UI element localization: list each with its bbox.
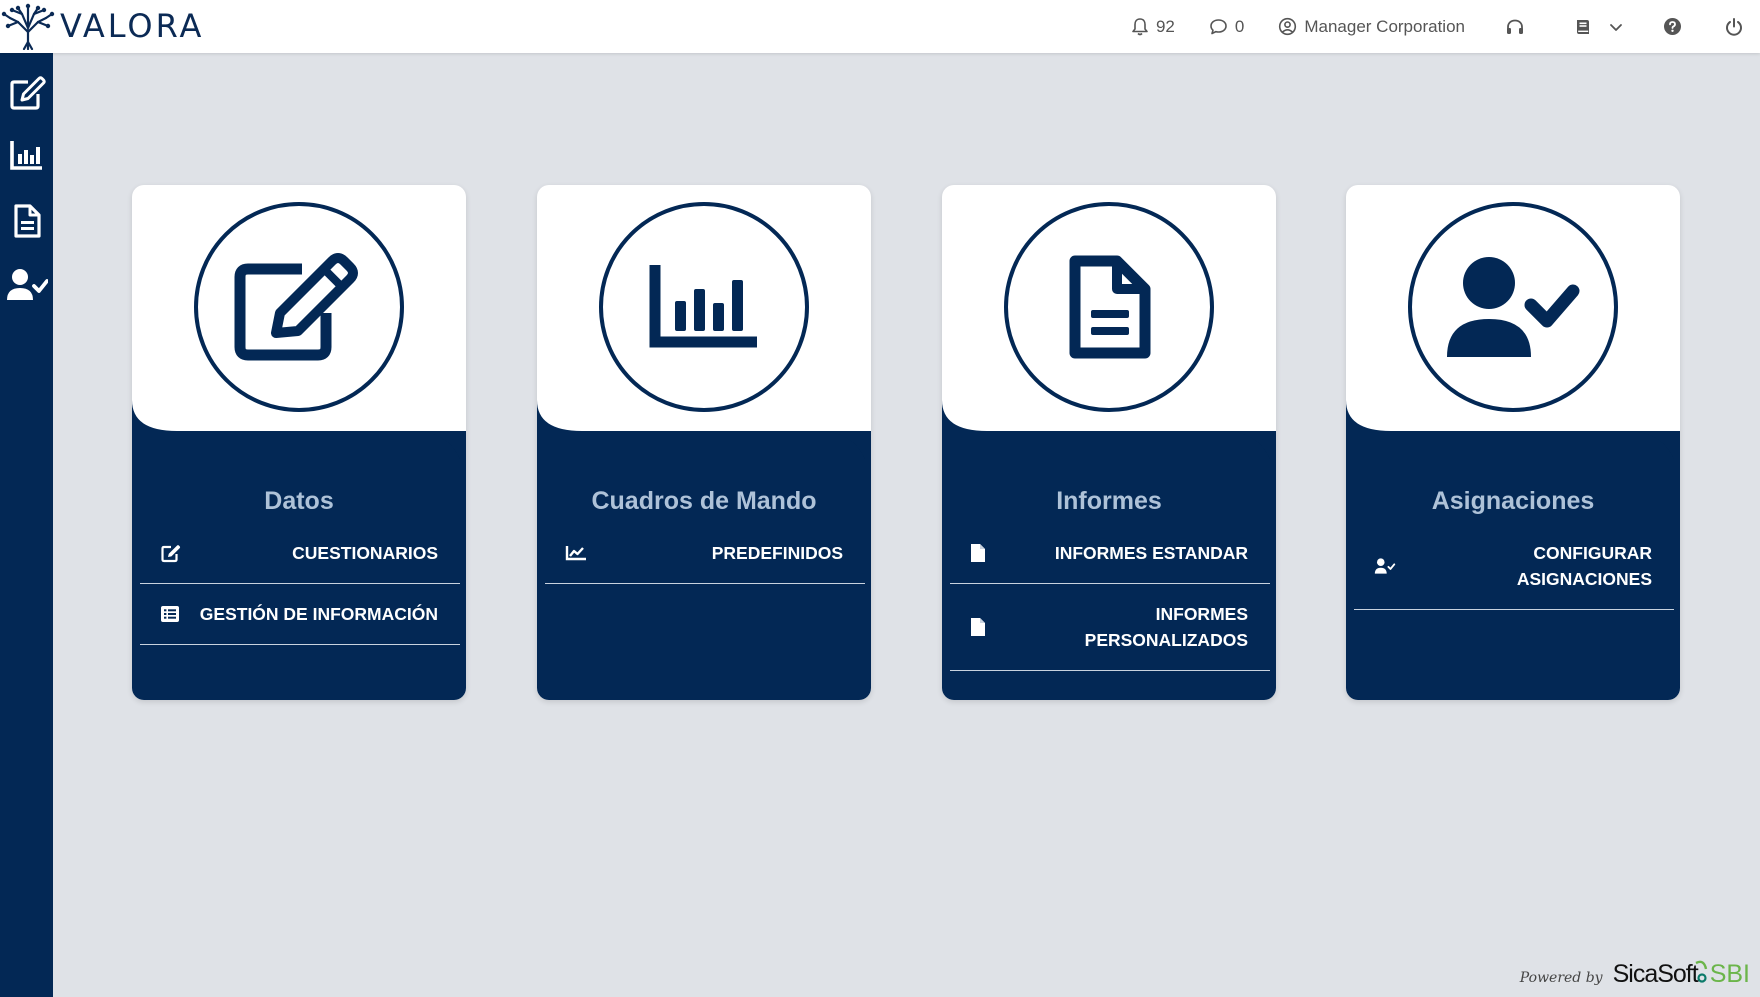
bell-icon: [1132, 18, 1148, 36]
card-icon-circle[interactable]: [194, 202, 404, 412]
user-check-icon: [1447, 257, 1580, 357]
card-title: Asignaciones: [1431, 487, 1595, 515]
top-actions: 92 0 Manager Corporation: [1131, 0, 1760, 53]
file-icon: [970, 543, 992, 563]
menu-item-label: CONFIGURAR ASIGNACIONES: [1516, 543, 1652, 589]
card-icon-circle[interactable]: [599, 202, 809, 412]
manual-dropdown-button[interactable]: [1575, 18, 1623, 36]
top-bar: VALORA 92 0 Manager Corporation: [0, 0, 1760, 53]
powered-by-text: Powered by: [1519, 970, 1603, 986]
leaf-icon: [1695, 960, 1707, 983]
sidebar-item-asignaciones[interactable]: [0, 257, 53, 313]
messages-button[interactable]: 0: [1209, 17, 1244, 37]
user-circle-icon: [1279, 17, 1297, 36]
brand-name: VALORA: [60, 7, 205, 45]
list-icon: [160, 605, 182, 623]
menu-item-cuestionarios[interactable]: CUESTIONARIOS: [140, 523, 460, 584]
notifications-button[interactable]: 92: [1131, 17, 1175, 37]
notifications-count: 92: [1155, 16, 1175, 36]
menu-item-informes-estandar[interactable]: INFORMES ESTANDAR: [950, 523, 1270, 584]
document-icon: [1069, 255, 1151, 359]
footer-brand: Powered by SicaSoft SBI: [1520, 959, 1750, 989]
menu-item-predefinidos[interactable]: PREDEFINIDOS: [545, 523, 865, 584]
help-icon: [1664, 18, 1681, 35]
card-title: Datos: [264, 487, 334, 515]
chart-bar-icon: [649, 265, 757, 348]
menu-item-label: INFORMES ESTANDAR: [1054, 543, 1248, 563]
sidebar-item-datos[interactable]: [0, 65, 53, 121]
chart-bar-icon: [9, 141, 42, 170]
card-menu: PREDEFINIDOS: [545, 523, 865, 584]
sidebar: [0, 53, 53, 997]
menu-item-label: GESTIÓN DE INFORMACIÓN: [199, 604, 438, 624]
card-menu: INFORMES ESTANDAR INFORMES PERSONALIZADO…: [950, 523, 1270, 671]
chevron-down-icon: [1610, 23, 1622, 31]
card-menu: CONFIGURAR ASIGNACIONES: [1354, 523, 1674, 610]
company-logo-text: SicaSoft: [1612, 960, 1699, 988]
card-icon-circle[interactable]: [1408, 202, 1618, 412]
card-cuadros-de-mando: Cuadros de Mando PREDEFINIDOS: [537, 185, 871, 700]
book-icon: [1577, 19, 1589, 34]
card-menu: CUESTIONARIOS GESTIÓN DE INFORMACIÓN: [140, 523, 460, 645]
sidebar-item-cuadros[interactable]: [0, 127, 53, 183]
edit-icon: [9, 76, 46, 110]
card-title: Cuadros de Mando: [591, 487, 817, 515]
headset-icon: [1507, 19, 1523, 34]
support-button[interactable]: [1505, 18, 1525, 36]
card-title: Informes: [1056, 487, 1162, 515]
user-check-icon: [6, 269, 48, 300]
menu-item-configurar-asignaciones[interactable]: CONFIGURAR ASIGNACIONES: [1354, 523, 1674, 610]
menu-item-label: CUESTIONARIOS: [292, 543, 438, 563]
card-icon-circle[interactable]: [1004, 202, 1214, 412]
messages-count: 0: [1234, 16, 1245, 36]
user-name: Manager Corporation: [1304, 16, 1465, 36]
edit-icon: [160, 543, 182, 563]
sidebar-item-informes[interactable]: [0, 193, 53, 249]
card-informes: Informes INFORMES ESTANDAR INFORMES PERS…: [942, 185, 1276, 700]
menu-item-label: PREDEFINIDOS: [711, 543, 843, 563]
user-menu-button[interactable]: Manager Corporation: [1278, 17, 1465, 37]
chat-bubble-icon: [1210, 18, 1227, 34]
chart-line-icon: [565, 545, 587, 561]
power-icon: [1726, 17, 1742, 36]
product-logo-text: SBI: [1709, 960, 1750, 988]
card-asignaciones: Asignaciones CONFIGURAR ASIGNACIONES: [1346, 185, 1680, 700]
document-icon: [13, 204, 41, 238]
file-icon: [970, 617, 992, 637]
menu-item-informes-personalizados[interactable]: INFORMES PERSONALIZADOS: [950, 584, 1270, 671]
user-check-icon: [1374, 556, 1396, 576]
tree-logo-icon: [1, 3, 55, 50]
card-datos: Datos CUESTIONARIOS GESTIÓN DE INFORMACI…: [132, 185, 466, 700]
edit-icon: [234, 253, 358, 361]
menu-item-gestion-informacion[interactable]: GESTIÓN DE INFORMACIÓN: [140, 584, 460, 645]
logout-button[interactable]: [1724, 17, 1744, 37]
menu-item-label: INFORMES PERSONALIZADOS: [1084, 604, 1248, 650]
help-button[interactable]: [1663, 17, 1682, 36]
valora-logo[interactable]: VALORA: [0, 1, 204, 51]
